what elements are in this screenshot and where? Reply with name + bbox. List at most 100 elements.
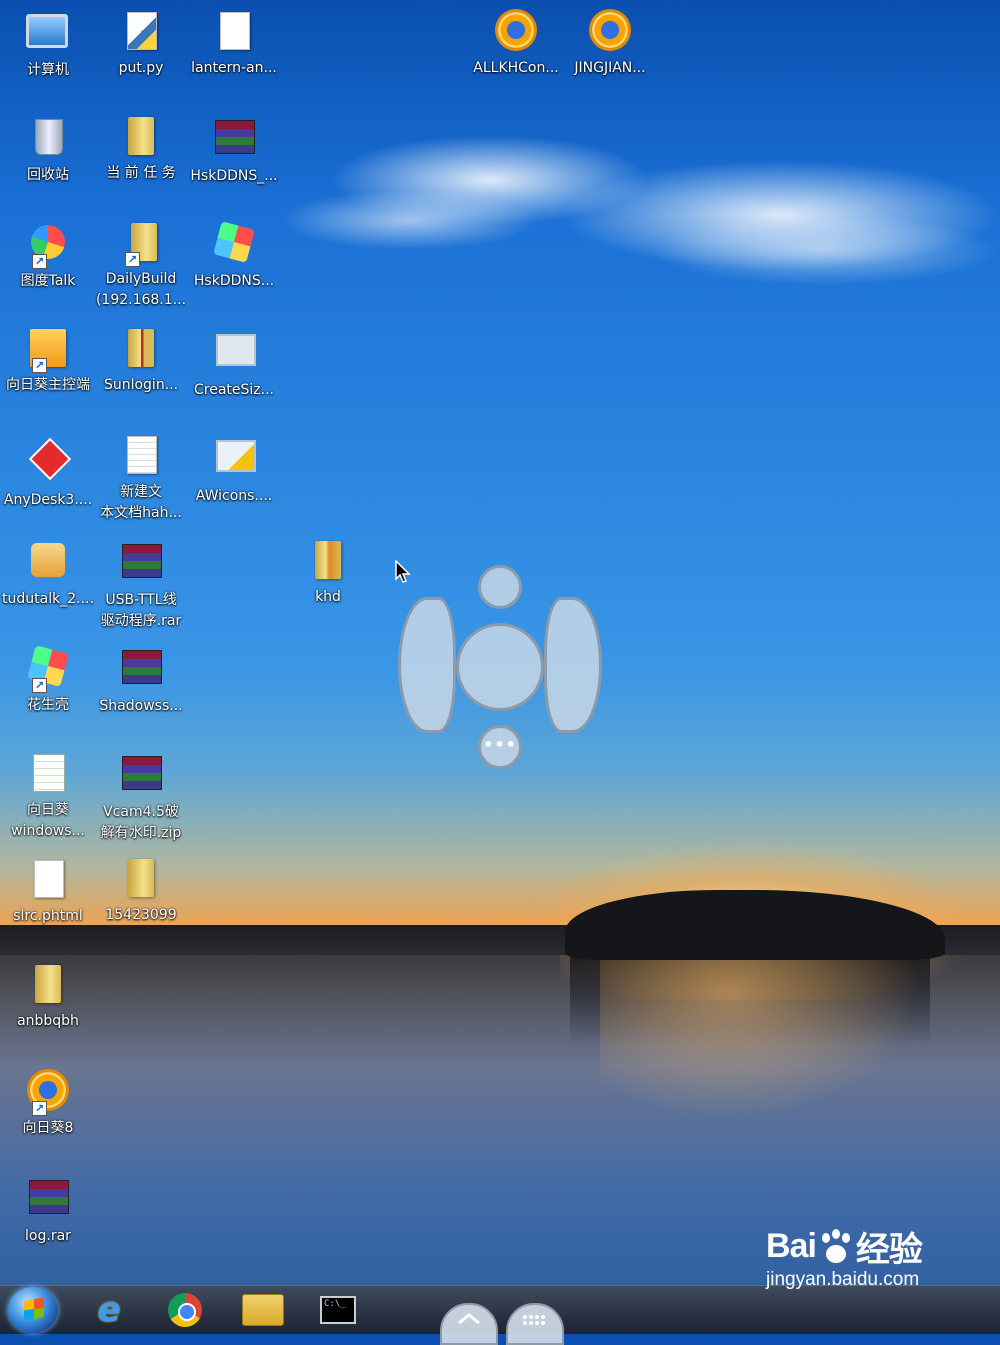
desktop-icon-sunlogin[interactable]: Sunlogin...: [93, 326, 189, 396]
desktop-icon-tudutalk[interactable]: tudutalk_2....: [0, 538, 96, 610]
icon-label: 图度Talk: [20, 273, 76, 289]
gesture-right-button[interactable]: [544, 597, 602, 733]
folder-icon: [306, 541, 350, 585]
desktop-icon-sunflower8[interactable]: ↗ 向日葵8: [0, 1068, 96, 1139]
gesture-center-button[interactable]: [456, 623, 544, 711]
chevron-up-icon: [458, 1313, 480, 1325]
show-hidden-icons-button[interactable]: [440, 1303, 498, 1345]
icon-label: 向日葵 windows...: [11, 802, 85, 839]
gear-sun-icon: [494, 12, 538, 56]
taskbar-chrome[interactable]: [158, 1290, 212, 1330]
desktop-icon-huashengke[interactable]: ↗ 花生壳: [0, 644, 96, 716]
icon-label: Vcam4.5破 解有水印.zip: [100, 804, 182, 841]
icon-label: log.rar: [25, 1228, 71, 1244]
chrome-icon: [168, 1293, 202, 1327]
file-explorer-icon: [242, 1294, 284, 1326]
desktop-icon-computer[interactable]: 计算机: [0, 8, 96, 81]
network-folder-icon: ↗: [119, 223, 163, 267]
window-app-icon: [212, 334, 256, 378]
text-file-icon: [119, 436, 163, 480]
huashengke-icon: ↗: [26, 645, 70, 693]
gesture-scroll-button[interactable]: [478, 565, 522, 609]
taskbar-file-explorer[interactable]: [236, 1290, 290, 1330]
desktop-icon-hskddns-app[interactable]: HskDDNS...: [186, 220, 282, 292]
icon-label: HskDDNS_...: [190, 168, 278, 184]
rar-archive-icon: [119, 756, 163, 800]
gear-sun-icon: [588, 12, 632, 56]
desktop-icon-vcam-zip[interactable]: Vcam4.5破 解有水印.zip: [93, 750, 189, 844]
icon-label: lantern-an...: [191, 60, 277, 76]
sunflower-icon: ↗: [26, 1072, 70, 1116]
rar-archive-icon: [119, 544, 163, 588]
taskbar-internet-explorer[interactable]: e: [82, 1290, 136, 1330]
taskbar: e C:\_: [0, 1285, 1000, 1345]
gesture-more-button[interactable]: •••: [478, 725, 522, 769]
icon-label: 新建文 本文档hah...: [100, 484, 182, 521]
desktop-icon-anbbqbh[interactable]: anbbqbh: [0, 962, 96, 1032]
icon-label: Sunlogin...: [103, 377, 179, 393]
icon-label: 计算机: [27, 62, 69, 78]
app-grid-button[interactable]: [506, 1303, 564, 1345]
desktop-icon-shadowss[interactable]: Shadowss...: [93, 644, 189, 717]
internet-explorer-icon: e: [97, 1290, 121, 1330]
watermark-url: jingyan.baidu.com: [766, 1269, 920, 1290]
icon-label: slrc.phtml: [13, 908, 83, 924]
windows-logo-icon: [24, 1297, 44, 1321]
icon-label: AWicons....: [195, 488, 273, 504]
sunflower-controller-icon: ↗: [26, 329, 70, 373]
desktop-icon-15423099[interactable]: 15423099: [93, 856, 189, 926]
desktop-icon-hskddns-rar[interactable]: HskDDNS_...: [186, 114, 282, 187]
computer-icon: [26, 14, 70, 58]
rar-archive-icon: [119, 650, 163, 694]
taskbar-command-prompt[interactable]: C:\_: [311, 1290, 365, 1330]
file-icon: [212, 12, 256, 56]
desktop-icon-sunflower-windows[interactable]: 向日葵 windows...: [0, 750, 96, 842]
icon-label: khd: [315, 589, 341, 605]
desktop-icon-usb-ttl-rar[interactable]: USB-TTL线 驱动程序.rar: [93, 538, 189, 632]
tudutalk-icon: [26, 543, 70, 587]
icon-label: USB-TTL线 驱动程序.rar: [100, 592, 182, 629]
desktop-icon-createsiz[interactable]: CreateSiz...: [186, 326, 282, 401]
icon-label: CreateSiz...: [194, 382, 274, 398]
start-button[interactable]: [8, 1287, 58, 1333]
awicons-icon: [212, 440, 256, 484]
desktop-icon-current-task[interactable]: 当 前 任 务: [93, 114, 189, 184]
desktop-icon-awicons[interactable]: AWicons....: [186, 432, 282, 507]
desktop-icon-new-text-document[interactable]: 新建文 本文档hah...: [93, 432, 189, 524]
desktop-icon-anydesk[interactable]: AnyDesk3....: [0, 432, 96, 511]
icon-label: 15423099: [105, 907, 177, 923]
desktop-icon-lantern[interactable]: lantern-an...: [186, 8, 282, 79]
rar-archive-icon: [26, 1180, 70, 1224]
desktop-icon-allkhcon[interactable]: ALLKHCon...: [468, 8, 564, 79]
desktop-icon-slrc[interactable]: slrc.phtml: [0, 856, 96, 927]
desktop-icon-dutalk[interactable]: ↗ 图度Talk: [0, 220, 96, 292]
desktop-icon-log-rar[interactable]: log.rar: [0, 1174, 96, 1247]
icon-label: HskDDNS...: [193, 273, 275, 289]
desktop-icon-recycle-bin[interactable]: 回收站: [0, 114, 96, 186]
folder-icon: [26, 965, 70, 1009]
baidu-jingyan-watermark: Bai 经验 jingyan.baidu.com: [766, 1222, 923, 1291]
desktop-icon-dailybuild[interactable]: ↗ DailyBuild (192.168.1...: [93, 220, 189, 311]
desktop-icon-sunflower-controller[interactable]: ↗ 向日葵主控端: [0, 326, 96, 396]
icon-label: anbbqbh: [17, 1013, 79, 1029]
desktop-icon-put-py[interactable]: put.py: [93, 8, 189, 79]
rar-archive-icon: [212, 120, 256, 164]
recycle-bin-icon: [26, 119, 70, 163]
watermark-brand-left: Bai: [766, 1227, 817, 1265]
desktop-icon-khd[interactable]: khd: [280, 538, 376, 608]
spreadsheet-icon: [26, 754, 70, 798]
icon-label: 花生壳: [27, 697, 69, 713]
icon-label: 当 前 任 务: [106, 165, 176, 181]
python-file-icon: [119, 12, 163, 56]
anydesk-icon: [26, 437, 72, 488]
gesture-control-widget[interactable]: •••: [398, 565, 602, 769]
desktop-icon-jingjian[interactable]: JINGJIAN...: [562, 8, 658, 79]
dutalk-icon: ↗: [26, 225, 70, 269]
icon-label: Shadowss...: [99, 698, 183, 714]
icon-label: 向日葵主控端: [6, 377, 90, 393]
grid-dots-icon: [523, 1315, 545, 1325]
icon-label: AnyDesk3....: [3, 492, 93, 508]
icon-label: 回收站: [27, 167, 69, 183]
gesture-left-button[interactable]: [398, 597, 456, 733]
folder-icon: [119, 859, 163, 903]
